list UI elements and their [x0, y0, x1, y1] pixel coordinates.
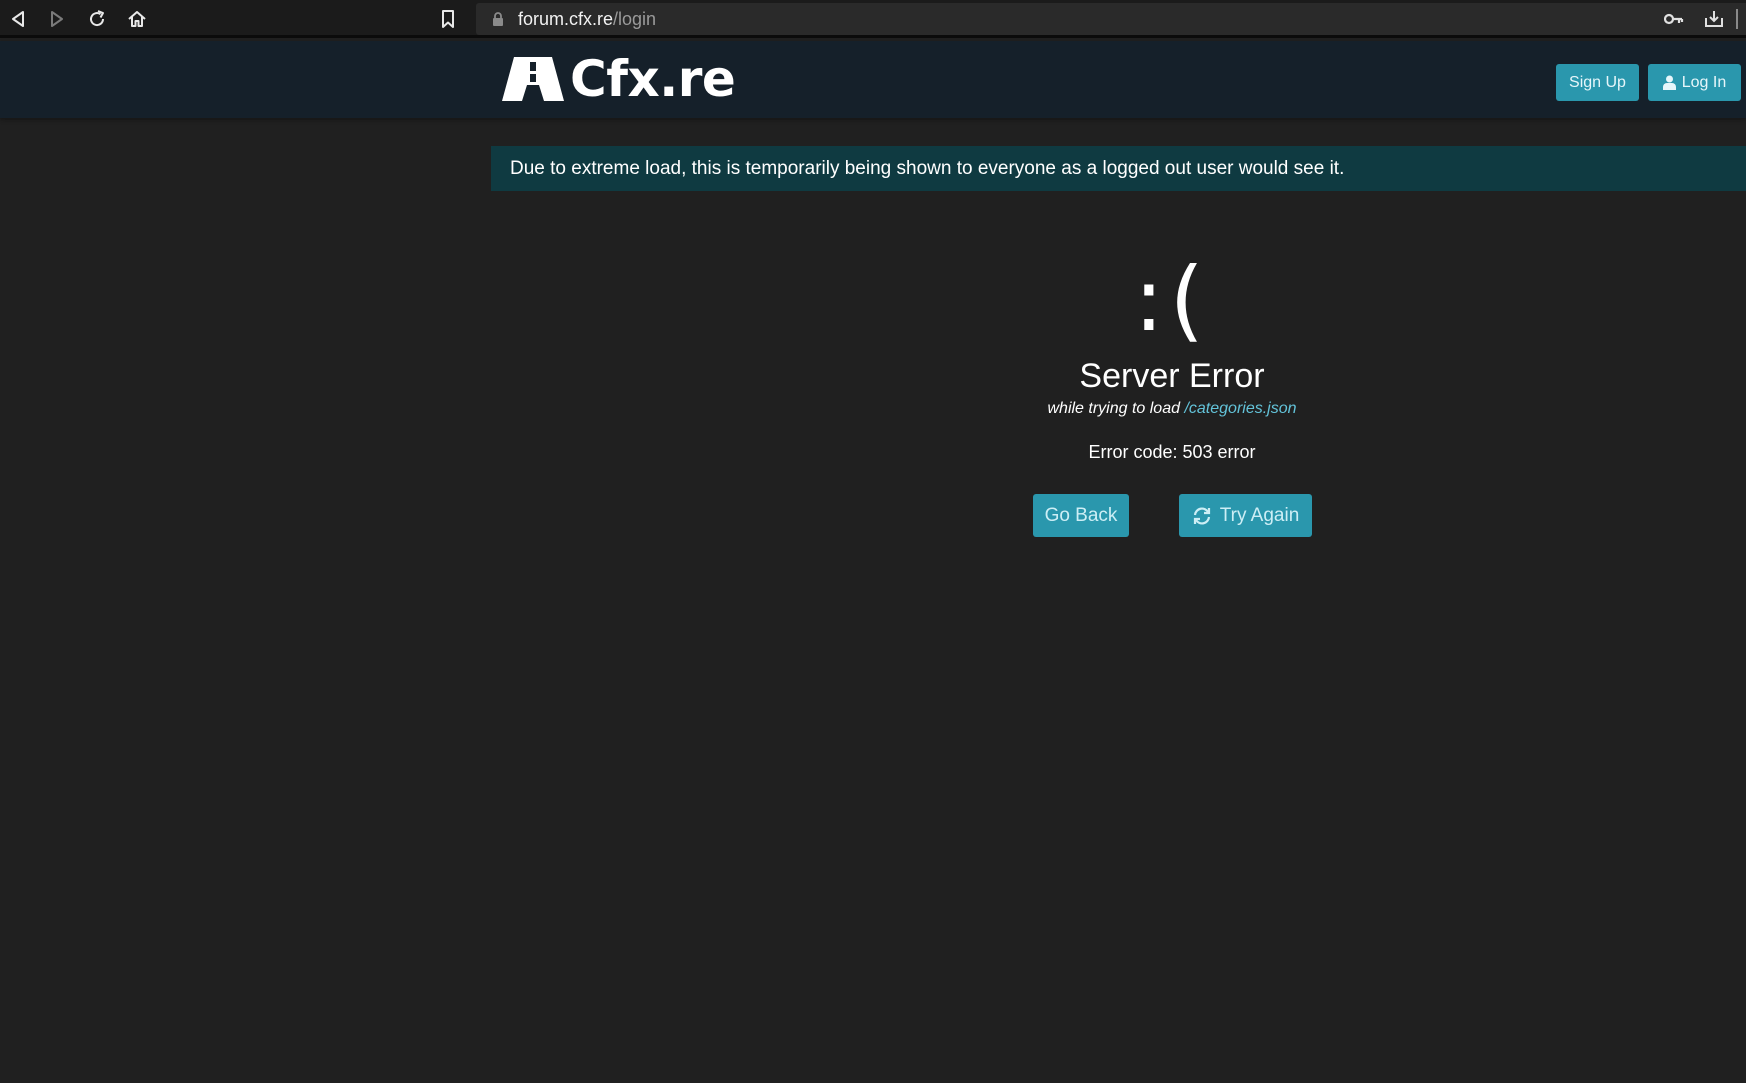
- forward-button[interactable]: [43, 6, 71, 32]
- sign-up-label: Sign Up: [1569, 73, 1626, 91]
- site-logo[interactable]: Cfx.re: [500, 50, 736, 108]
- banner-text: Due to extreme load, this is temporarily…: [510, 157, 1345, 179]
- error-subtitle: while trying to load /categories.json: [972, 400, 1372, 418]
- forward-icon: [51, 11, 63, 27]
- key-icon[interactable]: [1664, 12, 1684, 26]
- reload-button[interactable]: [83, 6, 111, 32]
- error-path: /categories.json: [1184, 400, 1297, 417]
- bookmark-button[interactable]: [434, 6, 462, 32]
- sign-up-button[interactable]: Sign Up: [1556, 64, 1639, 101]
- error-title: Server Error: [1079, 357, 1265, 395]
- try-again-button[interactable]: Try Again: [1179, 494, 1312, 537]
- back-icon: [12, 11, 24, 27]
- log-in-button[interactable]: Log In: [1648, 64, 1741, 101]
- cfx-logo-icon: [502, 57, 564, 101]
- lock-icon: [493, 12, 503, 26]
- logo-text: Cfx.re: [570, 50, 736, 108]
- try-again-label: Try Again: [1219, 504, 1300, 526]
- address-bar[interactable]: forum.cfx.re/login: [476, 3, 1746, 35]
- site-header: Cfx.re Sign Up Log In: [0, 41, 1746, 118]
- toolbar-divider: [1736, 9, 1738, 29]
- refresh-icon: [1193, 506, 1210, 525]
- url-text[interactable]: forum.cfx.re/login: [518, 9, 656, 29]
- user-icon: [1662, 75, 1676, 90]
- log-in-label: Log In: [1681, 73, 1727, 91]
- error-code: Error code: 503 error: [1088, 442, 1256, 462]
- reload-icon: [90, 10, 105, 27]
- error-panel: :( Server Error while trying to load /ca…: [972, 250, 1372, 463]
- url-path: /login: [613, 9, 657, 29]
- browser-toolbar: forum.cfx.re/login: [0, 0, 1746, 38]
- error-subtitle-prefix: while trying to load: [1047, 400, 1185, 417]
- download-icon[interactable]: [1704, 9, 1724, 29]
- home-button[interactable]: [123, 6, 151, 32]
- bookmark-icon: [442, 10, 454, 28]
- go-back-label: Go Back: [1044, 504, 1118, 526]
- sad-face: :(: [1134, 248, 1210, 351]
- load-notice-banner: Due to extreme load, this is temporarily…: [491, 146, 1746, 191]
- back-button[interactable]: [4, 6, 32, 32]
- go-back-button[interactable]: Go Back: [1033, 494, 1129, 537]
- url-host: forum.cfx.re: [518, 9, 614, 29]
- home-icon: [128, 11, 146, 27]
